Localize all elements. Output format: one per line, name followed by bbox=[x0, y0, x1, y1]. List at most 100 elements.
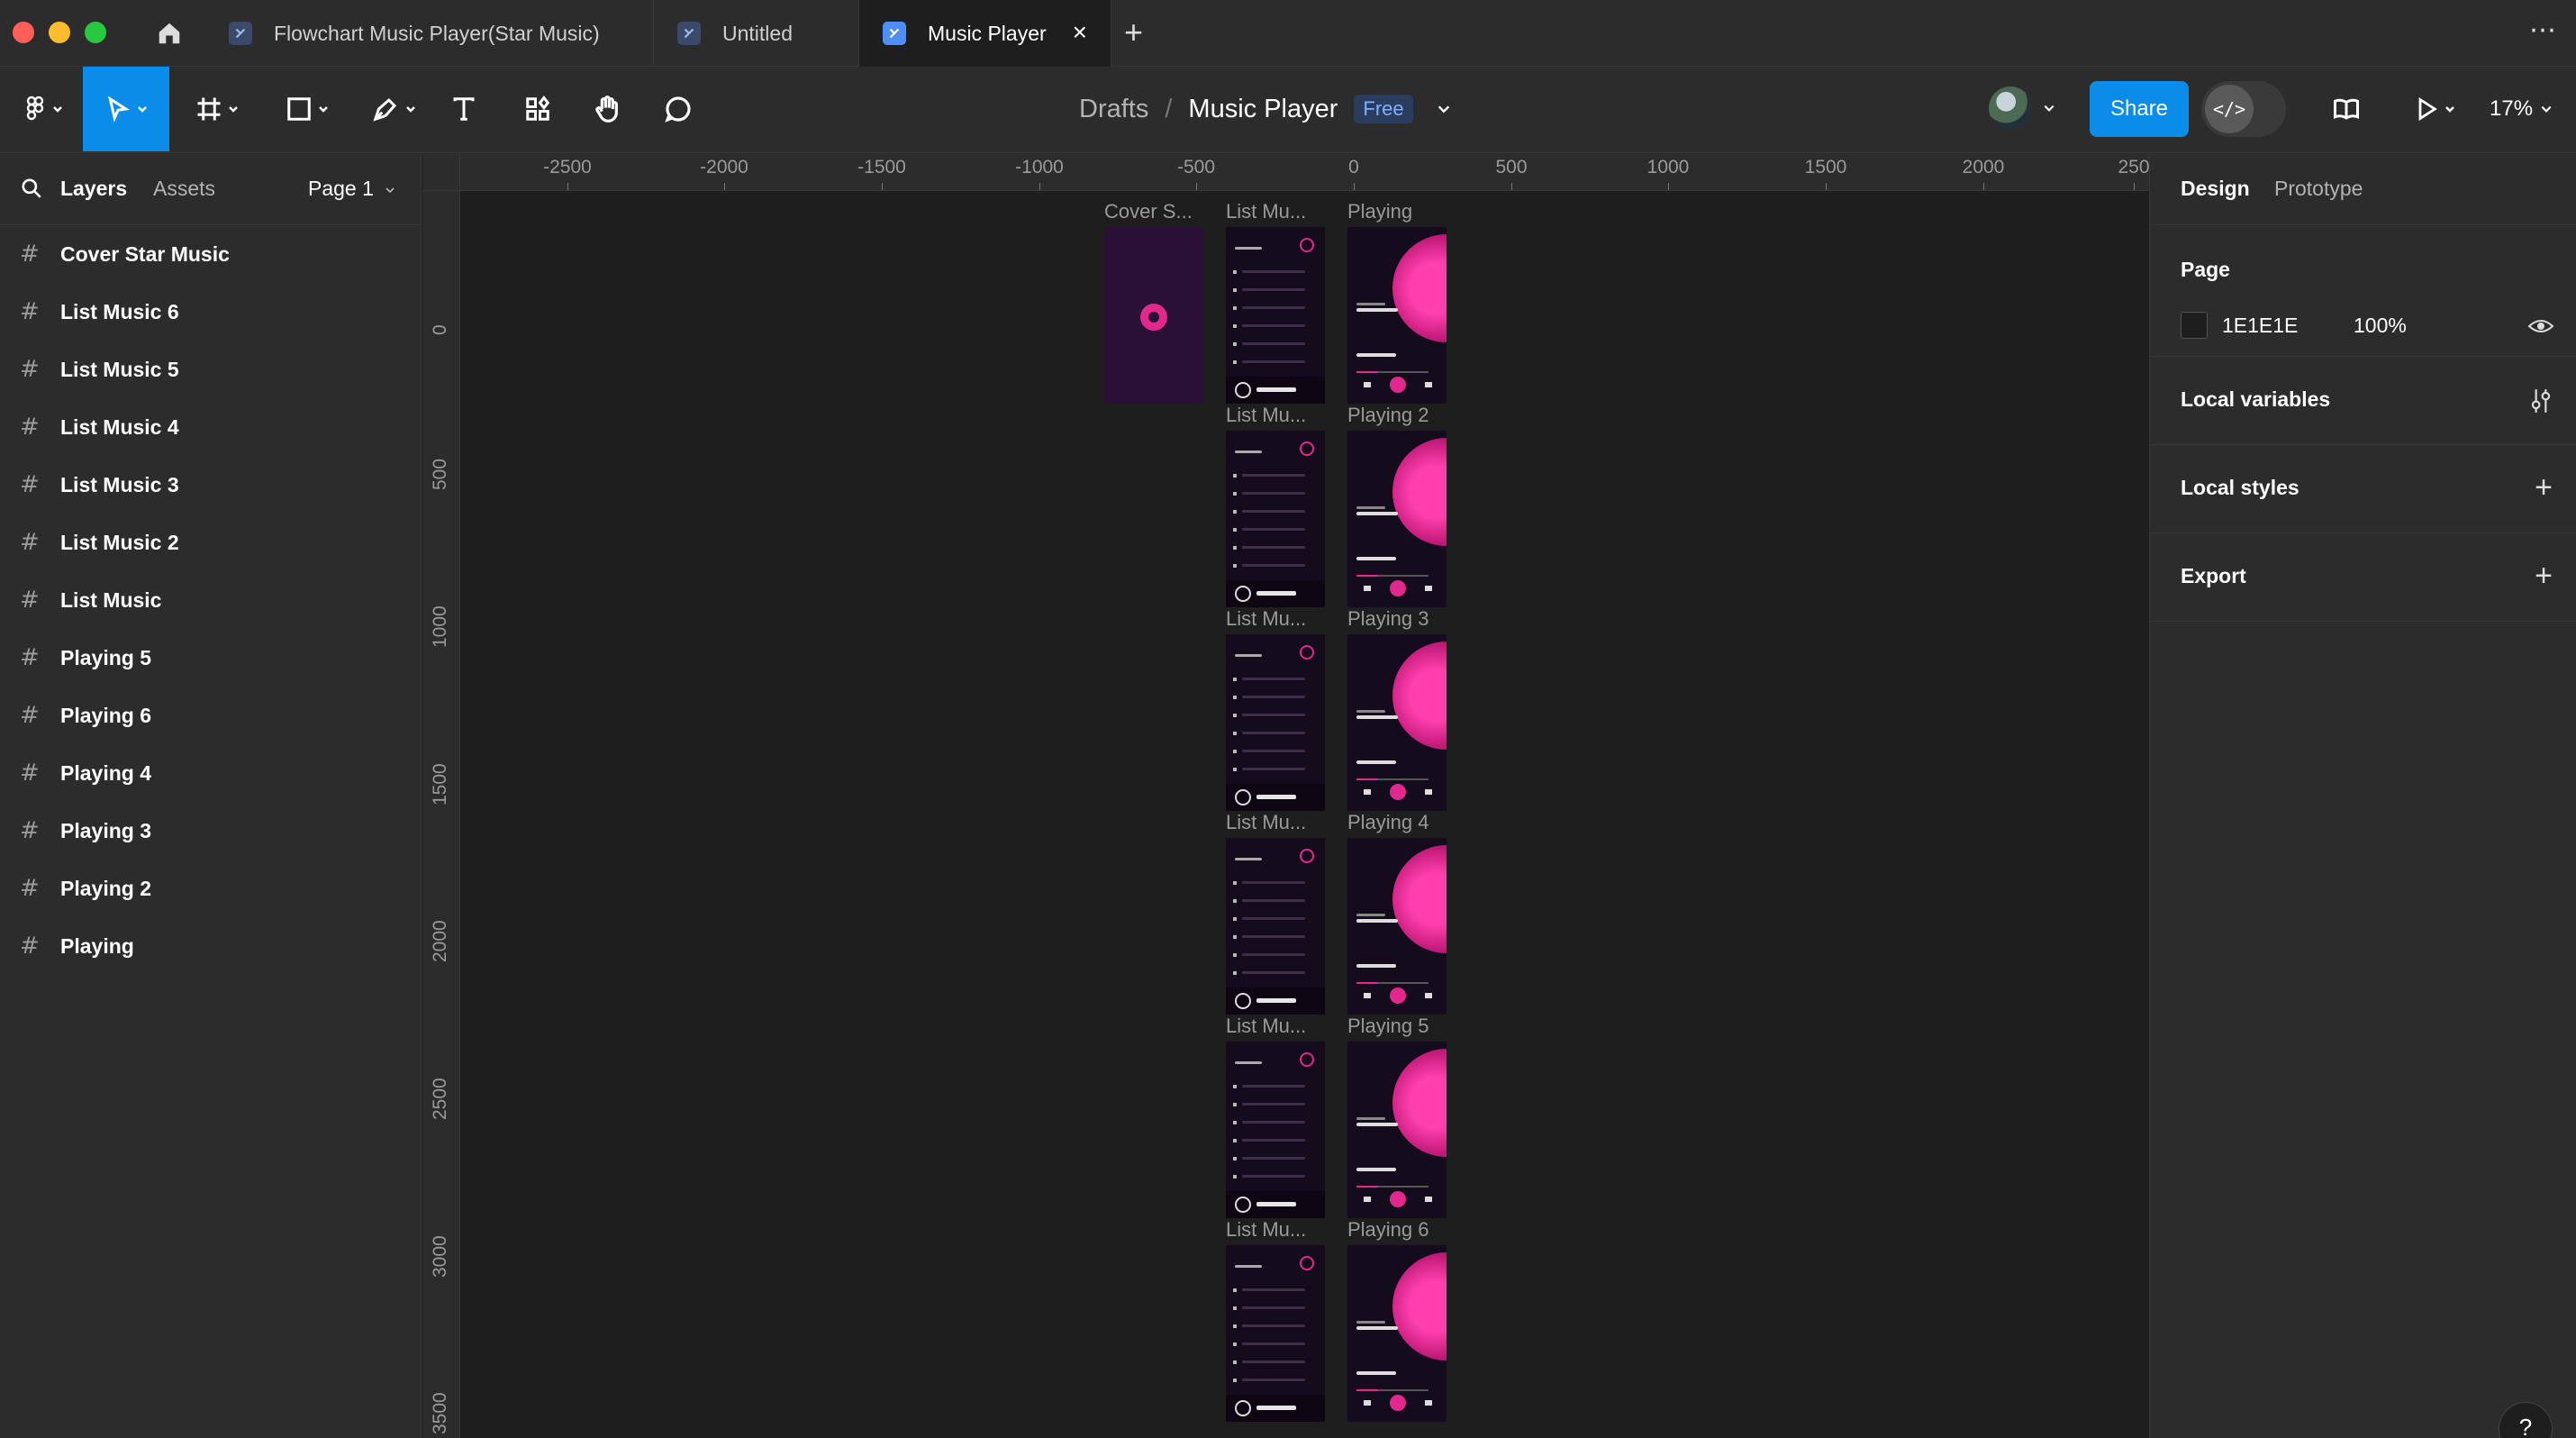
frame-label[interactable]: List Mu... bbox=[1226, 811, 1306, 834]
tab-prototype[interactable]: Prototype bbox=[2274, 177, 2363, 201]
list-music-frame[interactable] bbox=[1226, 431, 1325, 607]
layer-item[interactable]: # Playing 6 bbox=[0, 687, 422, 744]
frame-icon: # bbox=[20, 817, 40, 844]
list-music-frame[interactable] bbox=[1226, 838, 1325, 1015]
list-music-frame[interactable] bbox=[1226, 634, 1325, 811]
layer-item[interactable]: # List Music bbox=[0, 571, 422, 629]
layer-item[interactable]: # Playing 2 bbox=[0, 860, 422, 917]
close-tab-icon[interactable]: × bbox=[1073, 20, 1087, 45]
list-music-frame[interactable] bbox=[1226, 1245, 1325, 1422]
page-section: Page 1E1E1E 100% bbox=[2150, 225, 2576, 357]
album-disc bbox=[1392, 1252, 1447, 1361]
tab-music-player[interactable]: Music Player × bbox=[859, 0, 1111, 67]
layer-name: Cover Star Music bbox=[60, 241, 230, 266]
new-tab-button[interactable]: + bbox=[1124, 14, 1143, 50]
layer-item[interactable]: # Cover Star Music bbox=[0, 225, 422, 283]
frame-label[interactable]: Playing 4 bbox=[1347, 811, 1429, 834]
list-music-frame[interactable] bbox=[1226, 227, 1325, 404]
file-name[interactable]: Music Player bbox=[1188, 95, 1338, 124]
title-placeholder bbox=[1235, 1061, 1262, 1064]
frame-label[interactable]: List Mu... bbox=[1226, 404, 1306, 427]
add-style-icon[interactable]: + bbox=[2535, 472, 2553, 503]
title-placeholder bbox=[1235, 451, 1262, 453]
cover-frame[interactable] bbox=[1104, 227, 1203, 404]
playing-frame[interactable] bbox=[1347, 1042, 1447, 1218]
close-window-button[interactable] bbox=[13, 22, 34, 43]
shape-tool[interactable] bbox=[270, 67, 344, 151]
page-selector[interactable]: Page 1 bbox=[308, 177, 395, 201]
playing-frame[interactable] bbox=[1347, 838, 1447, 1015]
text-tool[interactable] bbox=[443, 67, 485, 151]
search-icon[interactable] bbox=[20, 177, 43, 200]
tab-layers[interactable]: Layers bbox=[60, 177, 127, 201]
eye-icon[interactable] bbox=[2527, 315, 2554, 337]
main-menu-button[interactable] bbox=[7, 67, 79, 151]
tab-design[interactable]: Design bbox=[2181, 177, 2250, 201]
library-button[interactable] bbox=[2327, 67, 2365, 151]
breadcrumb-drafts[interactable]: Drafts bbox=[1079, 95, 1148, 124]
track-row bbox=[1242, 474, 1305, 477]
frame-label[interactable]: Playing 3 bbox=[1347, 607, 1429, 631]
frame-label[interactable]: Cover S... bbox=[1104, 200, 1193, 223]
layer-item[interactable]: # List Music 2 bbox=[0, 514, 422, 571]
dev-mode-toggle[interactable]: </> bbox=[2201, 81, 2286, 137]
page-color-value[interactable]: 1E1E1E bbox=[2222, 314, 2298, 338]
move-tool[interactable] bbox=[83, 67, 169, 151]
multiplayer-avatars[interactable] bbox=[1989, 86, 2055, 130]
layer-item[interactable]: # List Music 6 bbox=[0, 283, 422, 341]
resources-tool[interactable] bbox=[517, 67, 558, 151]
layer-item[interactable]: # List Music 5 bbox=[0, 341, 422, 398]
page-color-swatch[interactable] bbox=[2181, 312, 2208, 339]
zoom-control[interactable]: 17% bbox=[2490, 67, 2553, 151]
avatar[interactable] bbox=[1989, 86, 2032, 130]
chevron-down-icon[interactable] bbox=[1437, 102, 1451, 116]
frame-label[interactable]: List Mu... bbox=[1226, 1015, 1306, 1038]
pen-tool[interactable] bbox=[357, 67, 431, 151]
tab-assets[interactable]: Assets bbox=[153, 177, 215, 201]
minimize-window-button[interactable] bbox=[49, 22, 70, 43]
layer-item[interactable]: # Playing 4 bbox=[0, 744, 422, 802]
play-button-icon bbox=[1390, 1191, 1406, 1207]
layer-item[interactable]: # List Music 4 bbox=[0, 398, 422, 456]
design-canvas[interactable]: -2500 -2000 -1500 -1000 -500 0 500 1000 1500 2000… bbox=[422, 153, 2149, 1438]
frame-label[interactable]: Playing 5 bbox=[1347, 1015, 1429, 1038]
tab-label: Music Player bbox=[928, 21, 1047, 45]
play-icon bbox=[2418, 96, 2437, 122]
layer-item[interactable]: # List Music 3 bbox=[0, 456, 422, 514]
maximize-window-button[interactable] bbox=[85, 22, 106, 43]
frame-label[interactable]: List Mu... bbox=[1226, 1218, 1306, 1242]
track-row bbox=[1242, 1288, 1305, 1291]
frame-label[interactable]: Playing 6 bbox=[1347, 1218, 1429, 1242]
progress-bar bbox=[1356, 778, 1429, 780]
layer-item[interactable]: # Playing bbox=[0, 917, 422, 975]
track-placeholder bbox=[1356, 1123, 1398, 1126]
tab-flowchart[interactable]: Flowchart Music Player(Star Music) bbox=[205, 0, 654, 67]
layer-item[interactable]: # Playing 5 bbox=[0, 629, 422, 687]
ruler-label: 0 bbox=[1348, 157, 1359, 177]
frame-label[interactable]: List Mu... bbox=[1226, 200, 1306, 223]
frame-tool[interactable] bbox=[180, 67, 254, 151]
playing-frame[interactable] bbox=[1347, 227, 1447, 404]
add-export-icon[interactable]: + bbox=[2535, 560, 2553, 591]
track-row bbox=[1242, 881, 1305, 884]
frame-label[interactable]: List Mu... bbox=[1226, 607, 1306, 631]
comment-tool[interactable] bbox=[658, 67, 699, 151]
playing-frame[interactable] bbox=[1347, 1245, 1447, 1422]
list-music-frame[interactable] bbox=[1226, 1042, 1325, 1218]
sliders-icon[interactable] bbox=[2529, 387, 2553, 414]
playing-frame[interactable] bbox=[1347, 634, 1447, 811]
tab-untitled[interactable]: Untitled bbox=[654, 0, 859, 67]
playing-frame[interactable] bbox=[1347, 431, 1447, 607]
page-selector-label: Page 1 bbox=[308, 177, 374, 200]
play-icon bbox=[1233, 1324, 1237, 1328]
home-button[interactable] bbox=[133, 0, 205, 67]
share-button[interactable]: Share bbox=[2090, 81, 2189, 137]
hand-tool[interactable] bbox=[587, 67, 629, 151]
frame-label[interactable]: Playing bbox=[1347, 200, 1412, 223]
layer-item[interactable]: # Playing 3 bbox=[0, 802, 422, 860]
frame-label[interactable]: Playing 2 bbox=[1347, 404, 1429, 427]
more-icon[interactable]: ⋯ bbox=[2529, 14, 2558, 46]
page-opacity-value[interactable]: 100% bbox=[2354, 314, 2407, 338]
present-button[interactable] bbox=[2405, 67, 2464, 151]
progress-bar bbox=[1356, 575, 1429, 577]
